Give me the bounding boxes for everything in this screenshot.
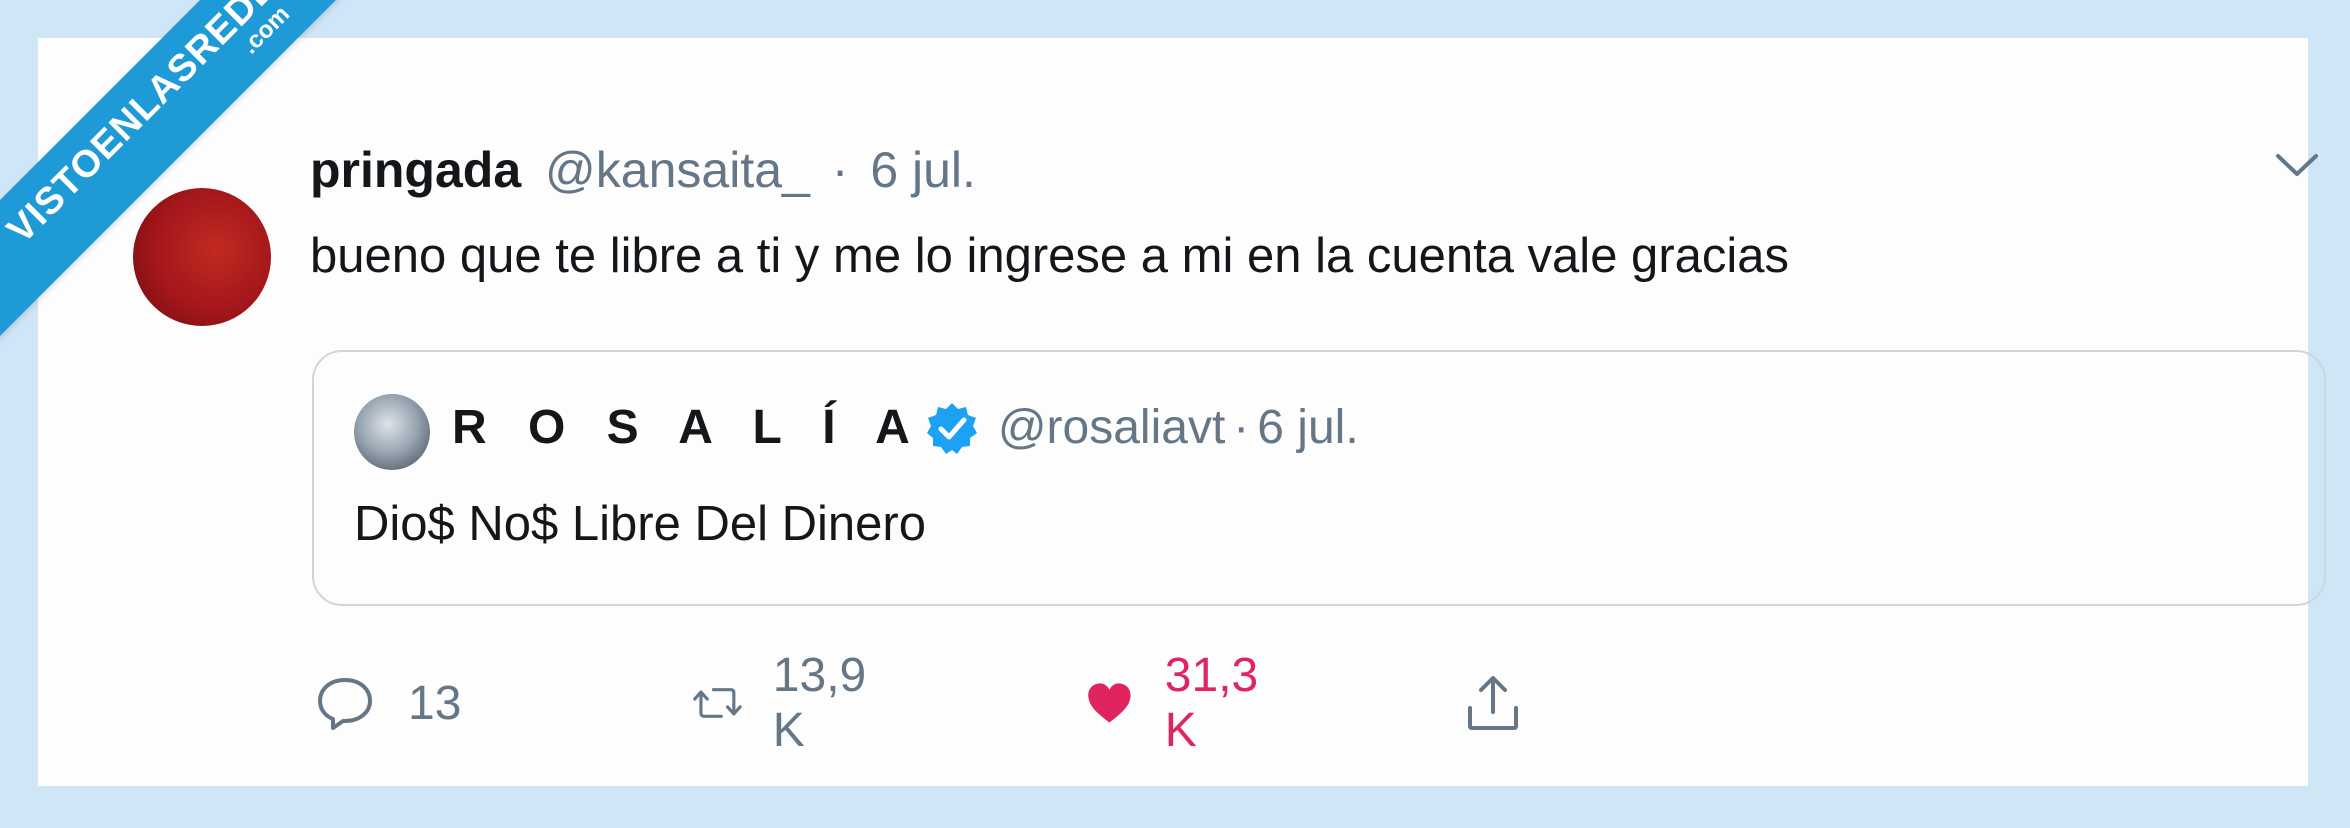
share-button[interactable] — [1458, 668, 1528, 738]
header-separator: · — [831, 142, 849, 198]
reply-button[interactable]: 13 — [310, 668, 461, 738]
reply-count: 13 — [408, 676, 462, 730]
retweet-button[interactable]: 13,9 K — [690, 649, 881, 757]
quoted-tweet-date: 6 jul. — [1257, 401, 1359, 454]
share-icon — [1468, 676, 1518, 730]
like-button[interactable]: 31,3 K — [1082, 649, 1273, 757]
tweet-text: bueno que te libre a ti y me lo ingrese … — [310, 229, 1790, 283]
retweet-count: 13,9 K — [772, 649, 867, 757]
reply-icon — [318, 678, 372, 730]
author-name[interactable]: pringada — [310, 142, 521, 198]
tweet-header: pringada @kansaita_ · 6 jul. — [310, 140, 976, 200]
quoted-author-handle: @rosaliavt — [997, 401, 1226, 454]
tweet-card[interactable]: pringada @kansaita_ · 6 jul. bueno que t… — [38, 38, 2326, 786]
chevron-down-icon[interactable] — [2274, 150, 2320, 180]
heart-icon — [1088, 683, 1131, 723]
quoted-author-avatar — [354, 394, 430, 470]
quoted-header-separator: · — [1233, 401, 1250, 454]
tweet-date[interactable]: 6 jul. — [870, 142, 976, 198]
author-avatar[interactable] — [133, 188, 271, 326]
author-handle[interactable]: @kansaita_ — [545, 142, 810, 198]
like-count: 31,3 K — [1164, 649, 1259, 757]
quoted-author-name: R O S A L Í A — [452, 401, 924, 454]
quoted-tweet[interactable]: R O S A L Í A @rosaliavt · 6 jul. Dio$ N… — [312, 350, 2326, 606]
quoted-tweet-header: R O S A L Í A @rosaliavt · 6 jul. — [452, 398, 1359, 458]
retweet-icon — [693, 688, 742, 718]
verified-badge-icon — [926, 403, 977, 454]
quoted-tweet-text: Dio$ No$ Libre Del Dinero — [354, 497, 926, 551]
